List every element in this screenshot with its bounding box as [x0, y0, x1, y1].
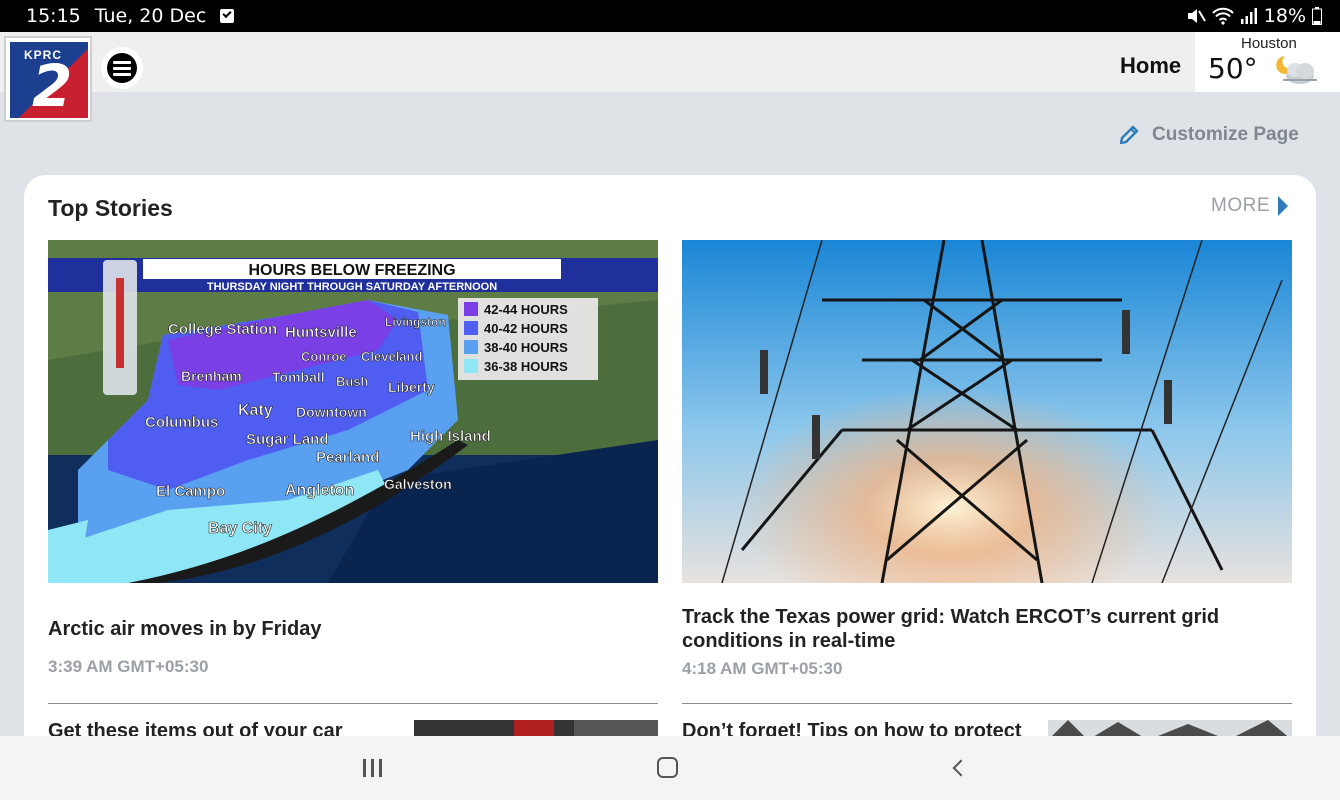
- customize-label: Customize Page: [1152, 124, 1299, 145]
- story-card[interactable]: Track the Texas power grid: Watch ERCOT’…: [682, 240, 1292, 679]
- menu-button[interactable]: [101, 47, 143, 89]
- signal-icon: [1240, 8, 1257, 24]
- map-place: High Island: [410, 428, 491, 445]
- legend-label: 42-44 HOURS: [484, 302, 568, 317]
- map-subtitle: THURSDAY NIGHT THROUGH SATURDAY AFTERNOO…: [207, 281, 497, 293]
- customize-page-button[interactable]: Customize Page: [1118, 124, 1299, 146]
- map-place: Bay City: [208, 520, 272, 537]
- top-stories-card: Top Stories MORE HOURS BELOW FREEZING TH…: [24, 175, 1316, 775]
- battery-icon: [1312, 7, 1322, 25]
- recent-apps-icon[interactable]: [363, 759, 382, 777]
- legend-swatch: [464, 321, 478, 335]
- kprc2-logo[interactable]: KPRC 2: [4, 36, 92, 122]
- mute-icon: [1187, 9, 1206, 23]
- map-place: Bush: [336, 374, 369, 389]
- legend-swatch: [464, 302, 478, 316]
- logo-badge: KPRC 2: [10, 42, 88, 118]
- chevron-right-icon: [1278, 196, 1288, 216]
- weather-city: Houston: [1241, 35, 1297, 52]
- status-date: Tue, 20 Dec: [94, 5, 207, 27]
- map-place: Pearland: [316, 449, 379, 466]
- map-place: Liberty: [388, 379, 435, 395]
- divider: [48, 703, 658, 704]
- pencil-icon: [1119, 125, 1139, 145]
- weather-temperature: 50°: [1208, 52, 1258, 85]
- map-place: Columbus: [145, 414, 218, 431]
- legend-swatch: [464, 359, 478, 373]
- map-place: Downtown: [296, 404, 367, 420]
- legend-label: 38-40 HOURS: [484, 340, 568, 355]
- legend-label: 40-42 HOURS: [484, 321, 568, 336]
- divider: [682, 703, 1292, 704]
- calendar-check-icon: [220, 9, 235, 23]
- weather-map-image[interactable]: HOURS BELOW FREEZING THURSDAY NIGHT THRO…: [48, 240, 658, 583]
- story-headline[interactable]: Track the Texas power grid: Watch ERCOT’…: [682, 605, 1292, 653]
- story-time: 4:18 AM GMT+05:30: [682, 659, 843, 678]
- map-place: Conroe: [301, 349, 347, 364]
- map-place: College Station: [168, 321, 277, 338]
- wifi-icon: [1212, 7, 1234, 25]
- map-place: Tomball: [272, 369, 325, 385]
- map-place: Brenham: [181, 368, 242, 384]
- more-link[interactable]: MORE: [1211, 195, 1288, 217]
- map-place: El Campo: [156, 483, 225, 500]
- story-card[interactable]: HOURS BELOW FREEZING THURSDAY NIGHT THRO…: [48, 240, 658, 677]
- map-place: Galveston: [384, 476, 452, 492]
- battery-level: 18%: [1263, 5, 1306, 27]
- map-place: Livingston: [385, 315, 446, 329]
- map-place: Cleveland: [361, 349, 422, 364]
- weather-widget[interactable]: Houston 50°: [1195, 32, 1340, 92]
- map-place: Katy: [238, 402, 273, 419]
- story-headline[interactable]: Arctic air moves in by Friday: [48, 617, 658, 641]
- logo-number: 2: [32, 52, 73, 118]
- power-tower-image[interactable]: [682, 240, 1292, 583]
- legend-label: 36-38 HOURS: [484, 359, 568, 374]
- home-icon[interactable]: [657, 757, 678, 778]
- back-icon[interactable]: [952, 759, 970, 777]
- nav-home-link[interactable]: Home: [1120, 53, 1181, 79]
- map-place: Sugar Land: [246, 431, 329, 448]
- map-title: HOURS BELOW FREEZING: [248, 262, 455, 279]
- map-place: Angleton: [285, 482, 354, 499]
- partly-cloudy-night-icon: [1276, 56, 1317, 84]
- story-time: 3:39 AM GMT+05:30: [48, 657, 209, 676]
- more-label: MORE: [1211, 195, 1270, 216]
- section-title: Top Stories: [48, 195, 173, 221]
- status-bar: 15:15 Tue, 20 Dec 18%: [0, 0, 1340, 32]
- system-nav-bar: [0, 736, 1340, 800]
- map-place: Huntsville: [285, 324, 357, 341]
- legend-swatch: [464, 340, 478, 354]
- status-time: 15:15: [26, 5, 81, 27]
- hamburger-icon: [107, 53, 137, 83]
